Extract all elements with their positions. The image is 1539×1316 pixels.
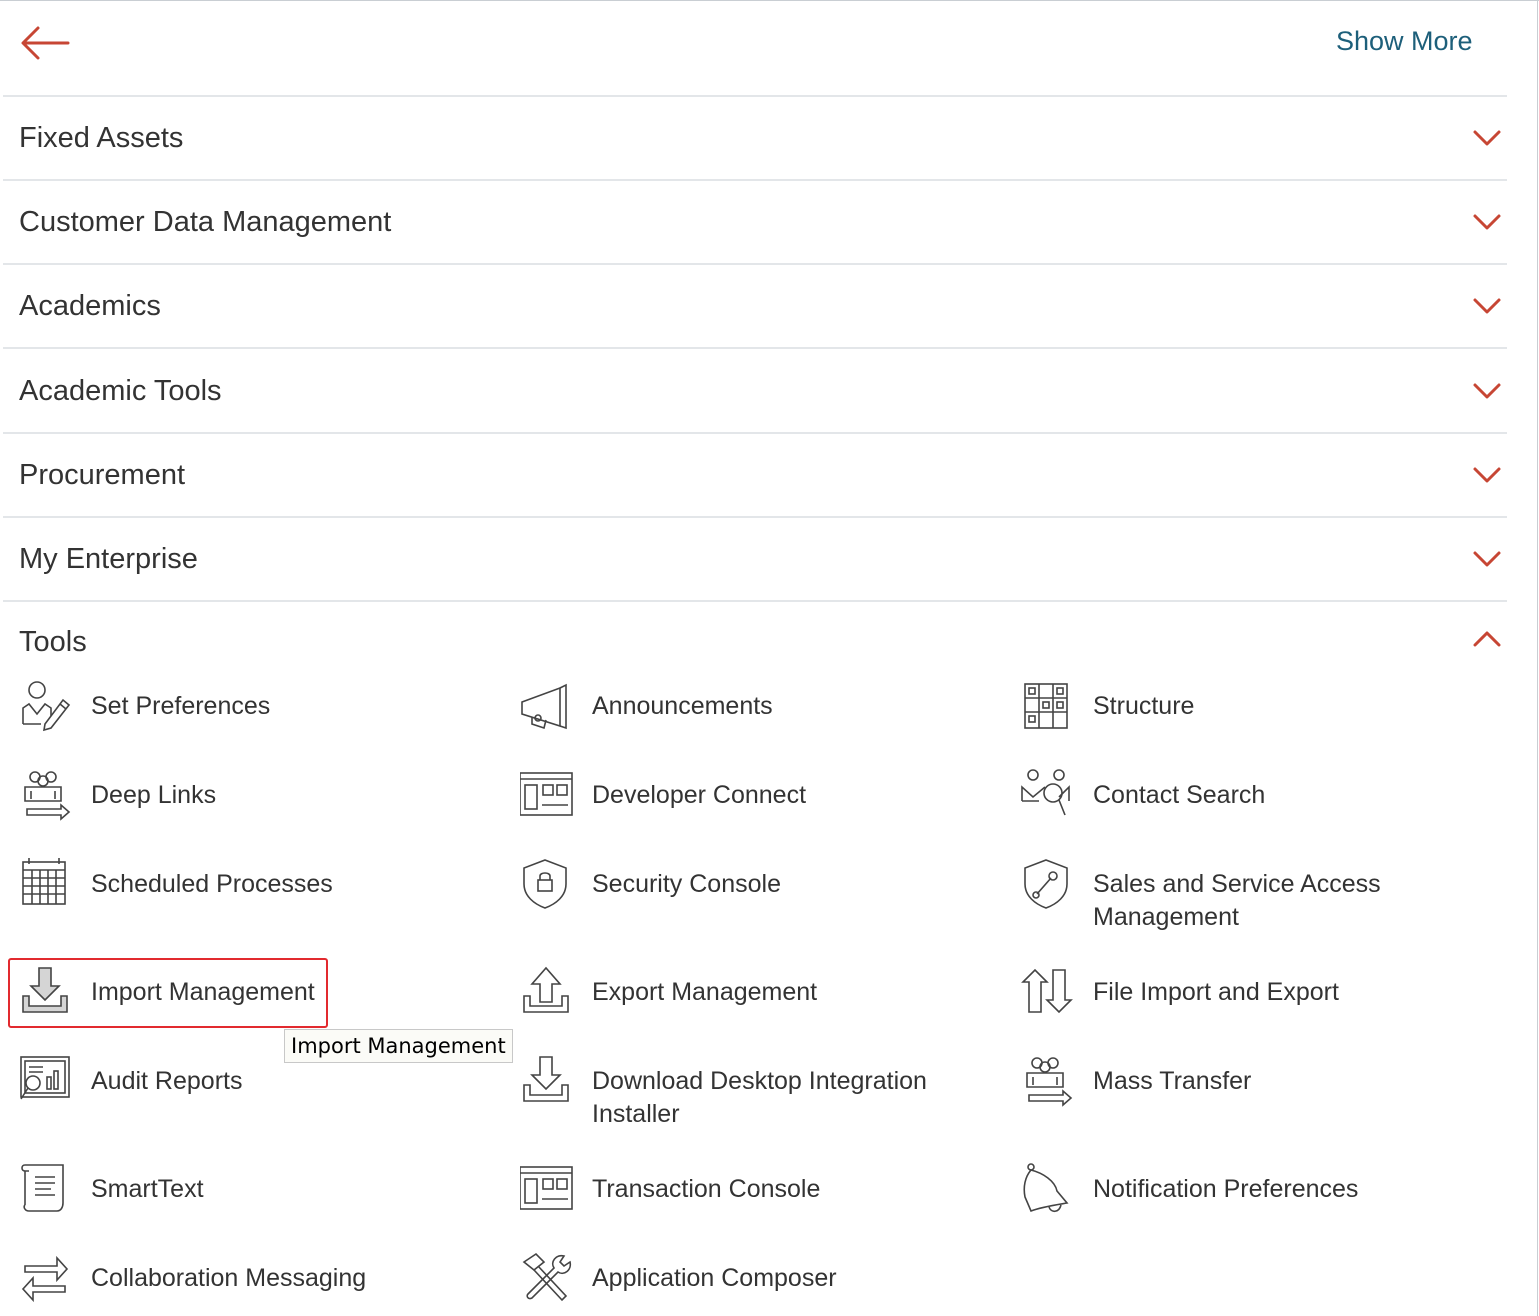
download-tray-icon <box>523 1056 569 1102</box>
tool-label: Developer Connect <box>592 781 807 809</box>
report-magnifier-icon <box>20 1056 70 1100</box>
bell-icon <box>1023 1163 1069 1213</box>
tool-set-preferences[interactable]: Set Preferences <box>19 680 339 740</box>
tool-label: Announcements <box>592 692 773 720</box>
section-customer-data-management[interactable]: Customer Data Management <box>3 181 1507 265</box>
chevron-down-icon <box>1473 383 1501 399</box>
section-title: Procurement <box>19 459 186 491</box>
tool-label: Sales and Service Access Management <box>1093 870 1381 931</box>
group-arrow-icon <box>1026 1057 1073 1107</box>
tool-notification-preferences[interactable]: Notification Preferences <box>1021 1163 1381 1223</box>
tool-contact-search[interactable]: Contact Search <box>1021 769 1341 829</box>
tools-crossed-icon <box>522 1252 572 1302</box>
chevron-down-icon <box>1473 551 1501 567</box>
tooltip: Import Management <box>284 1029 513 1063</box>
megaphone-icon <box>521 683 567 730</box>
tool-label: File Import and Export <box>1093 978 1339 1006</box>
tool-label: Application Composer <box>592 1264 837 1292</box>
back-button[interactable] <box>18 24 72 62</box>
tool-application-composer[interactable]: Application Composer <box>520 1252 880 1312</box>
tool-label: Deep Links <box>91 781 217 809</box>
tool-smarttext[interactable]: SmartText <box>19 1163 339 1223</box>
tool-sales-service-access-management[interactable]: Sales and Service Access Management <box>1021 858 1441 938</box>
grid-structure-icon <box>1024 683 1068 729</box>
chevron-down-icon <box>1473 467 1501 483</box>
section-title: Customer Data Management <box>19 206 392 238</box>
section-fixed-assets[interactable]: Fixed Assets <box>3 97 1507 181</box>
group-arrow-icon <box>24 771 71 821</box>
chevron-down-icon <box>1473 130 1501 146</box>
section-academics[interactable]: Academics <box>3 265 1507 349</box>
tool-label: Collaboration Messaging <box>91 1264 367 1292</box>
section-my-enterprise[interactable]: My Enterprise <box>3 518 1507 602</box>
chevron-down-icon <box>1473 214 1501 230</box>
chevron-down-icon <box>1473 298 1501 314</box>
tool-label: Contact Search <box>1093 781 1266 809</box>
window-panel-icon <box>520 772 573 816</box>
section-academic-tools[interactable]: Academic Tools <box>3 350 1507 434</box>
tool-label: SmartText <box>91 1175 204 1203</box>
tool-label: Notification Preferences <box>1093 1175 1359 1203</box>
arrow-left-icon <box>21 26 70 60</box>
tool-announcements[interactable]: Announcements <box>520 680 840 740</box>
window-panel-icon <box>520 1166 573 1210</box>
tool-label: Export Management <box>592 978 818 1006</box>
chevron-up-icon <box>1473 631 1501 647</box>
section-title: My Enterprise <box>19 543 198 575</box>
tool-label: Download Desktop Integration Installer <box>592 1067 927 1128</box>
calendar-icon <box>22 858 66 905</box>
people-search-icon <box>1021 769 1070 816</box>
section-title: Academic Tools <box>19 375 222 407</box>
tool-audit-reports[interactable]: Audit Reports <box>19 1055 339 1115</box>
tool-security-console[interactable]: Security Console <box>520 858 840 918</box>
tool-label: Structure <box>1093 692 1195 720</box>
tool-export-management[interactable]: Export Management <box>520 966 840 1026</box>
shield-lock-icon <box>523 859 567 909</box>
upload-tray-icon <box>523 966 569 1013</box>
tool-collaboration-messaging[interactable]: Collaboration Messaging <box>19 1252 379 1312</box>
up-down-arrows-icon <box>1021 968 1073 1014</box>
exchange-arrows-icon <box>21 1255 69 1303</box>
tool-download-desktop-integration-installer[interactable]: Download Desktop Integration Installer <box>520 1055 940 1135</box>
section-title: Academics <box>19 290 161 322</box>
user-pencil-icon <box>22 681 71 732</box>
tool-file-import-export[interactable]: File Import and Export <box>1021 966 1361 1026</box>
tool-label: Set Preferences <box>91 692 271 720</box>
tool-label: Mass Transfer <box>1093 1067 1252 1095</box>
tool-label: Security Console <box>592 870 781 898</box>
tool-deep-links[interactable]: Deep Links <box>19 769 339 829</box>
section-title: Fixed Assets <box>19 122 184 154</box>
show-more-link[interactable]: Show More <box>1336 26 1473 57</box>
tool-scheduled-processes[interactable]: Scheduled Processes <box>19 858 359 918</box>
tool-label: Transaction Console <box>592 1175 821 1203</box>
highlight-box <box>8 958 328 1028</box>
tool-transaction-console[interactable]: Transaction Console <box>520 1163 840 1223</box>
tool-structure[interactable]: Structure <box>1021 680 1341 740</box>
top-border <box>0 0 1539 1</box>
section-title: Tools <box>19 626 87 658</box>
tool-label: Audit Reports <box>91 1067 243 1095</box>
section-procurement[interactable]: Procurement <box>3 434 1507 518</box>
scroll-document-icon <box>21 1164 64 1212</box>
shield-wrench-icon <box>1024 859 1068 909</box>
tool-mass-transfer[interactable]: Mass Transfer <box>1021 1055 1341 1115</box>
tool-label: Scheduled Processes <box>91 870 333 898</box>
right-border <box>1537 0 1538 1316</box>
section-tools[interactable]: Tools <box>3 604 1507 674</box>
tool-developer-connect[interactable]: Developer Connect <box>520 769 840 829</box>
